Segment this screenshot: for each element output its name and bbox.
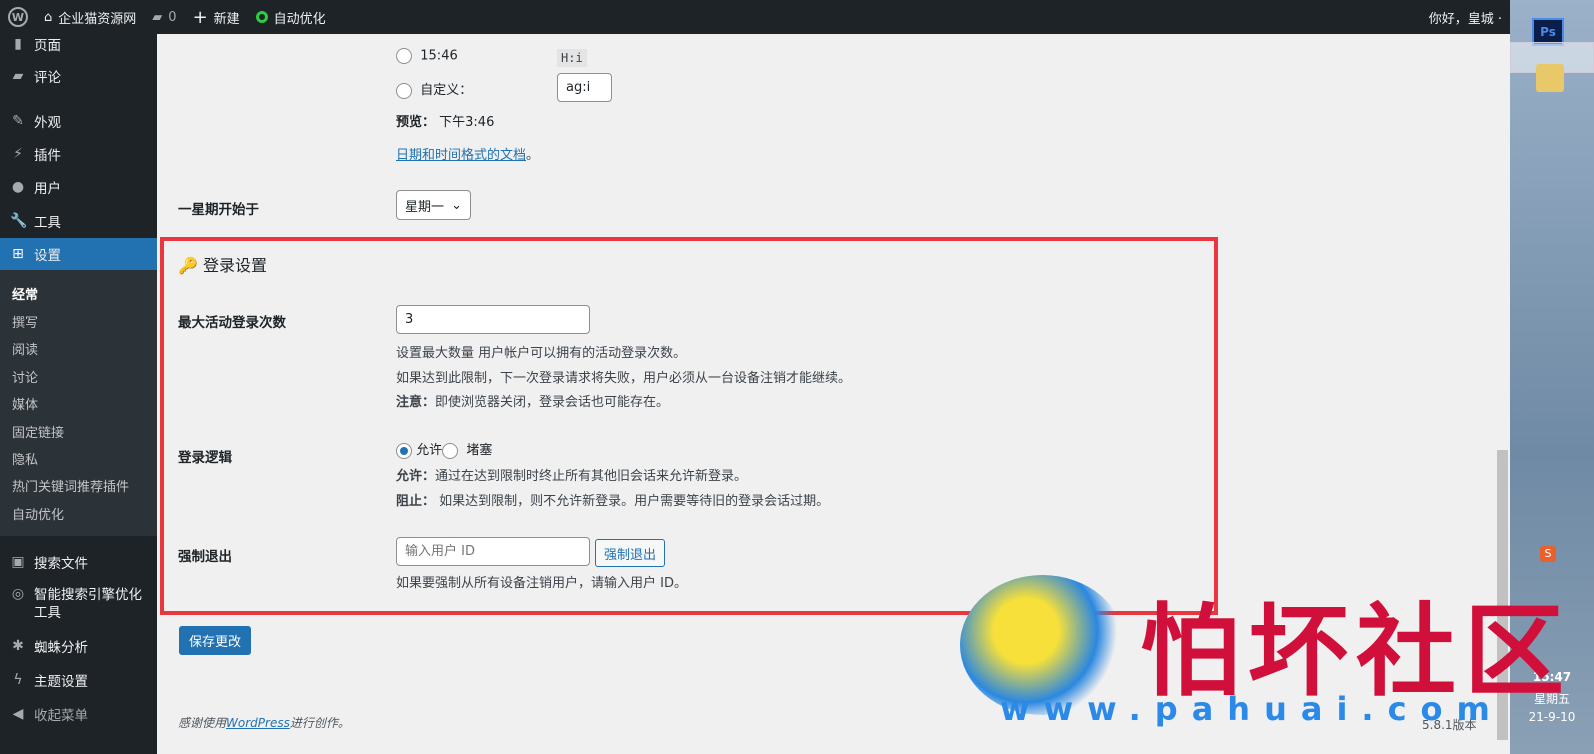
doc-link[interactable]: 日期和时间格式的文档 <box>396 148 526 163</box>
plugin-icon: ⚡ <box>13 146 23 162</box>
admin-sidebar: ▮ 页面 ▰ 评论 ✎ 外观 ⚡ 插件 ● 用户 🔧 工具 ⊞ 设置 经常 撰写 阅读 讨论 … <box>0 34 157 754</box>
bolt-icon: ϟ <box>13 672 23 688</box>
sidebar-item-comments[interactable]: ▰ 评论 <box>0 66 157 86</box>
sidebar-item-tools[interactable]: 🔧 工具 <box>0 211 157 231</box>
site-name: 企业猫资源网 <box>58 11 137 27</box>
label: 插件 <box>34 148 61 164</box>
submenu-hot-keywords[interactable]: 热门关键词推荐插件 <box>12 476 129 495</box>
label: 15:46 <box>420 48 458 64</box>
watermark-url: www.pahuai.com <box>1000 690 1504 728</box>
label: 收起菜单 <box>34 708 88 724</box>
brush-icon: ✎ <box>12 113 24 129</box>
auto-label: 自动优化 <box>273 11 326 27</box>
new-link[interactable]: + 新建 <box>185 0 248 34</box>
chevron-down-icon: ⌄ <box>451 197 462 213</box>
preview-value: 下午3:46 <box>439 115 495 130</box>
collapse-icon: ◀ <box>12 706 24 722</box>
status-ring-icon <box>255 11 268 23</box>
footer-thanks: 感谢使用WordPress进行创作。 <box>178 714 350 731</box>
sidebar-item-plugins[interactable]: ⚡ 插件 <box>0 144 157 164</box>
highlight-box <box>160 237 1218 615</box>
label: 设置 <box>34 248 61 264</box>
submenu-discussion[interactable]: 讨论 <box>12 367 38 386</box>
file-icon: ▣ <box>11 554 25 570</box>
sidebar-item-seo-tool[interactable]: ◎ 智能搜索引擎优化工具 <box>0 586 157 626</box>
sidebar-item-pages[interactable]: ▮ 页面 <box>0 34 157 54</box>
week-start-label: 一星期开始于 <box>178 202 259 218</box>
wrench-icon: 🔧 <box>10 213 28 229</box>
preview: 预览： 下午3:46 <box>396 111 494 130</box>
label: 页面 <box>34 38 61 54</box>
wordpress-icon: W <box>8 7 28 27</box>
submenu-reading[interactable]: 阅读 <box>12 339 38 358</box>
wordpress-link[interactable]: WordPress <box>226 716 290 730</box>
label: 智能搜索引擎优化工具 <box>34 587 142 621</box>
suffix: 。 <box>526 148 540 163</box>
wordpress-logo[interactable]: W <box>0 0 36 34</box>
site-link[interactable]: ⌂ 企业猫资源网 <box>36 0 144 34</box>
format-code: H:i <box>557 49 587 67</box>
settings-submenu: 经常 撰写 阅读 讨论 媒体 固定链接 隐私 热门关键词推荐插件 自动优化 <box>0 270 157 536</box>
sidebar-item-users[interactable]: ● 用户 <box>0 177 157 197</box>
auto-optimize-link[interactable]: 自动优化 <box>248 0 334 34</box>
settings-icon: ⊞ <box>12 246 24 262</box>
spider-icon: ✱ <box>12 638 24 654</box>
label: 自定义： <box>420 83 473 98</box>
comments-link[interactable]: ▰ 0 <box>144 0 184 34</box>
preview-label: 预览： <box>396 115 436 130</box>
post: 进行创作。 <box>289 716 350 730</box>
user-greeting[interactable]: 你好，皇城 · <box>1421 0 1510 34</box>
pre: 感谢使用 <box>178 716 227 730</box>
submenu-permalinks[interactable]: 固定链接 <box>12 422 64 441</box>
plus-icon: + <box>192 6 208 28</box>
submenu-writing[interactable]: 撰写 <box>12 312 38 331</box>
custom-format-input[interactable]: ag:i <box>557 73 612 102</box>
greeting-text: 你好，皇城 · <box>1428 11 1502 27</box>
label: 用户 <box>34 181 61 197</box>
admin-bar: W ⌂ 企业猫资源网 ▰ 0 + 新建 自动优化 你好，皇城 · <box>0 0 1510 34</box>
seo-icon: ◎ <box>11 586 25 602</box>
comment-count: 0 <box>168 9 177 25</box>
save-button[interactable]: 保存更改 <box>179 626 252 655</box>
time-option-custom[interactable]: 自定义： <box>396 79 472 99</box>
radio[interactable] <box>396 48 412 64</box>
sidebar-item-spider[interactable]: ✱ 蜘蛛分析 <box>0 636 157 656</box>
sidebar-item-theme-settings[interactable]: ϟ 主题设置 <box>0 670 157 690</box>
collapse-menu[interactable]: ◀ 收起菜单 <box>0 704 157 724</box>
folder-icon[interactable] <box>1536 64 1564 92</box>
submenu-media[interactable]: 媒体 <box>12 394 38 413</box>
submenu-general[interactable]: 经常 <box>12 284 38 303</box>
sidebar-item-appearance[interactable]: ✎ 外观 <box>0 111 157 131</box>
label: 外观 <box>34 115 61 131</box>
radio[interactable] <box>396 82 412 99</box>
time-option-1[interactable]: 15:46 <box>396 48 458 64</box>
label: 工具 <box>34 215 61 231</box>
label: 搜索文件 <box>34 556 88 572</box>
sidebar-item-settings[interactable]: ⊞ 设置 <box>0 238 157 270</box>
submenu-autoptimize[interactable]: 自动优化 <box>12 504 64 523</box>
label: 主题设置 <box>34 674 88 690</box>
page-icon: ▮ <box>14 36 22 52</box>
comment-icon: ▰ <box>152 9 163 25</box>
doc-line: 日期和时间格式的文档。 <box>396 144 539 163</box>
week-start-select[interactable]: 星期一 ⌄ <box>396 190 471 220</box>
label: 蜘蛛分析 <box>34 640 88 656</box>
user-icon: ● <box>11 179 25 195</box>
submenu-privacy[interactable]: 隐私 <box>12 449 38 468</box>
comment-icon: ▰ <box>12 68 24 84</box>
home-icon: ⌂ <box>44 9 53 25</box>
sogou-icon[interactable]: S <box>1540 546 1556 562</box>
value: 星期一 <box>405 199 445 215</box>
new-label: 新建 <box>213 11 240 27</box>
label: 评论 <box>34 70 61 86</box>
sidebar-item-search-files[interactable]: ▣ 搜索文件 <box>0 552 157 572</box>
